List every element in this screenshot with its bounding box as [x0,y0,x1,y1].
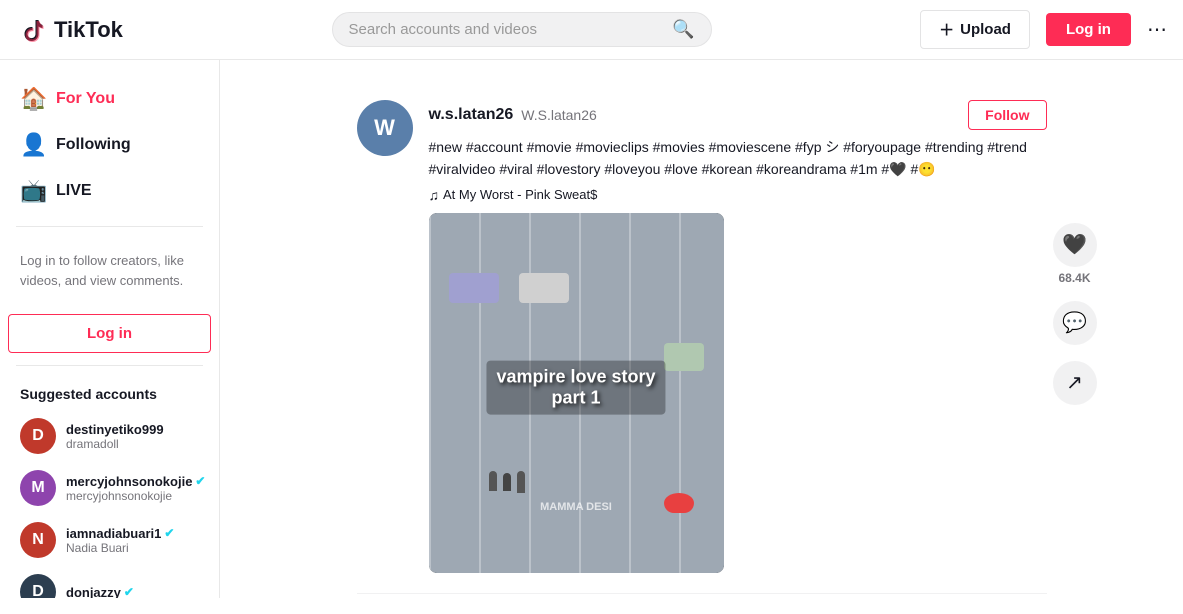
music-icon: ♫ [429,187,440,203]
suggested-account-destinyetiko999[interactable]: D destinyetiko999 dramadoll [8,410,211,462]
video-thumbnail-area: vampire love storypart 1 MAMMA DESI 🖤 68… [429,213,1047,573]
search-input[interactable] [349,21,665,38]
car-1 [449,273,499,303]
acc-display-destinyetiko999: dramadoll [66,437,164,451]
video-author: w.s.latan26 W.S.latan26 [429,106,597,124]
author-display-name: W.S.latan26 [521,107,597,123]
author-username[interactable]: w.s.latan26 [429,106,514,124]
sidebar-label-live: LIVE [56,182,92,200]
verified-icon-mercyjohnson: ✔ [195,474,205,488]
avatar-iamnadiabuari1: N [20,522,56,558]
share-icon: ↗ [1053,361,1097,405]
sidebar-label-following: Following [56,136,131,154]
live-icon: 📺 [20,178,46,204]
music-title: At My Worst - Pink Sweat$ [443,187,597,202]
motorcycle [664,493,694,513]
header-right: ＋ Upload Log in ⋯ [920,10,1167,49]
video-actions: 🖤 68.4K 💬 ↗ [1053,223,1097,405]
sidebar-label-for-you: For You [56,90,115,108]
login-prompt-text: Log in to follow creators, like videos, … [8,239,211,302]
acc-info-donjazzy: donjazzy ✔ [66,585,134,599]
sidebar-divider [16,226,203,227]
sidebar-item-live[interactable]: 📺 LIVE [8,168,211,214]
suggested-account-iamnadiabuari1[interactable]: N iamnadiabuari1 ✔ Nadia Buari [8,514,211,566]
verified-icon-donjazzy: ✔ [124,585,134,598]
like-count: 68.4K [1058,271,1090,285]
more-options-icon[interactable]: ⋯ [1147,17,1167,42]
tiktok-logo-icon [16,14,48,46]
video-music: ♫ At My Worst - Pink Sweat$ [429,187,1047,203]
header: TikTok 🔍 ＋ Upload Log in ⋯ [0,0,1183,60]
search-icon[interactable]: 🔍 [672,19,694,40]
video-description: #new #account #movie #movieclips #movies… [429,136,1047,181]
upload-label: Upload [960,21,1011,38]
upload-icon: ＋ [939,19,954,40]
video-overlay-text: vampire love storypart 1 [486,360,665,414]
sidebar-item-following[interactable]: 👤 Following [8,122,211,168]
page-layout: 🏠 For You 👤 Following 📺 LIVE Log in to f… [0,0,1183,614]
sidebar-item-for-you[interactable]: 🏠 For You [8,76,211,122]
suggested-account-mercyjohnsonokojie[interactable]: M mercyjohnsonokojie ✔ mercyjohnsonokoji… [8,462,211,514]
acc-info-iamnadiabuari1: iamnadiabuari1 ✔ Nadia Buari [66,526,174,555]
avatar-mercyjohnsonokojie: M [20,470,56,506]
acc-display-iamnadiabuari1: Nadia Buari [66,541,174,555]
people-silhouettes [489,471,525,493]
logo-text: TikTok [54,17,123,43]
video-thumbnail[interactable]: vampire love storypart 1 MAMMA DESI [429,213,724,573]
share-button[interactable]: ↗ [1053,361,1097,405]
comment-icon: 💬 [1053,301,1097,345]
video-post-1: W w.s.latan26 W.S.latan26 Follow #new #a… [357,80,1047,594]
car-2 [519,273,569,303]
acc-username-mercyjohnsonokojie: mercyjohnsonokojie ✔ [66,474,205,489]
main-nav: 🏠 For You 👤 Following 📺 LIVE [8,76,211,214]
search-bar[interactable]: 🔍 [332,12,712,47]
acc-info-destinyetiko999: destinyetiko999 dramadoll [66,422,164,451]
avatar-destinyetiko999: D [20,418,56,454]
sidebar: 🏠 For You 👤 Following 📺 LIVE Log in to f… [0,60,220,598]
acc-username-destinyetiko999: destinyetiko999 [66,422,164,437]
following-icon: 👤 [20,132,46,158]
main-content: W w.s.latan26 W.S.latan26 Follow #new #a… [220,60,1183,614]
car-3 [664,343,704,371]
suggested-account-donjazzy[interactable]: D donjazzy ✔ [8,566,211,598]
acc-username-donjazzy: donjazzy ✔ [66,585,134,599]
acc-info-mercyjohnsonokojie: mercyjohnsonokojie ✔ mercyjohnsonokojie [66,474,205,503]
home-icon: 🏠 [20,86,46,112]
upload-button[interactable]: ＋ Upload [920,10,1030,49]
sidebar-divider-2 [16,365,203,366]
creator-avatar-ws-latan26[interactable]: W [357,100,413,156]
like-icon: 🖤 [1053,223,1097,267]
verified-icon-nadia: ✔ [164,526,174,540]
comment-button[interactable]: 💬 [1053,301,1097,345]
sidebar-login-button[interactable]: Log in [8,314,211,353]
video-watermark: MAMMA DESI [540,501,612,513]
video-header: w.s.latan26 W.S.latan26 Follow [429,100,1047,130]
logo: TikTok [16,14,123,46]
login-button[interactable]: Log in [1046,13,1131,46]
follow-button[interactable]: Follow [968,100,1046,130]
acc-display-mercyjohnsonokojie: mercyjohnsonokojie [66,489,205,503]
suggested-accounts-label: Suggested accounts [8,378,211,410]
like-button[interactable]: 🖤 68.4K [1053,223,1097,285]
feed: W w.s.latan26 W.S.latan26 Follow #new #a… [357,80,1047,594]
video-content: w.s.latan26 W.S.latan26 Follow #new #acc… [429,100,1047,573]
avatar-donjazzy: D [20,574,56,598]
acc-username-iamnadiabuari1: iamnadiabuari1 ✔ [66,526,174,541]
